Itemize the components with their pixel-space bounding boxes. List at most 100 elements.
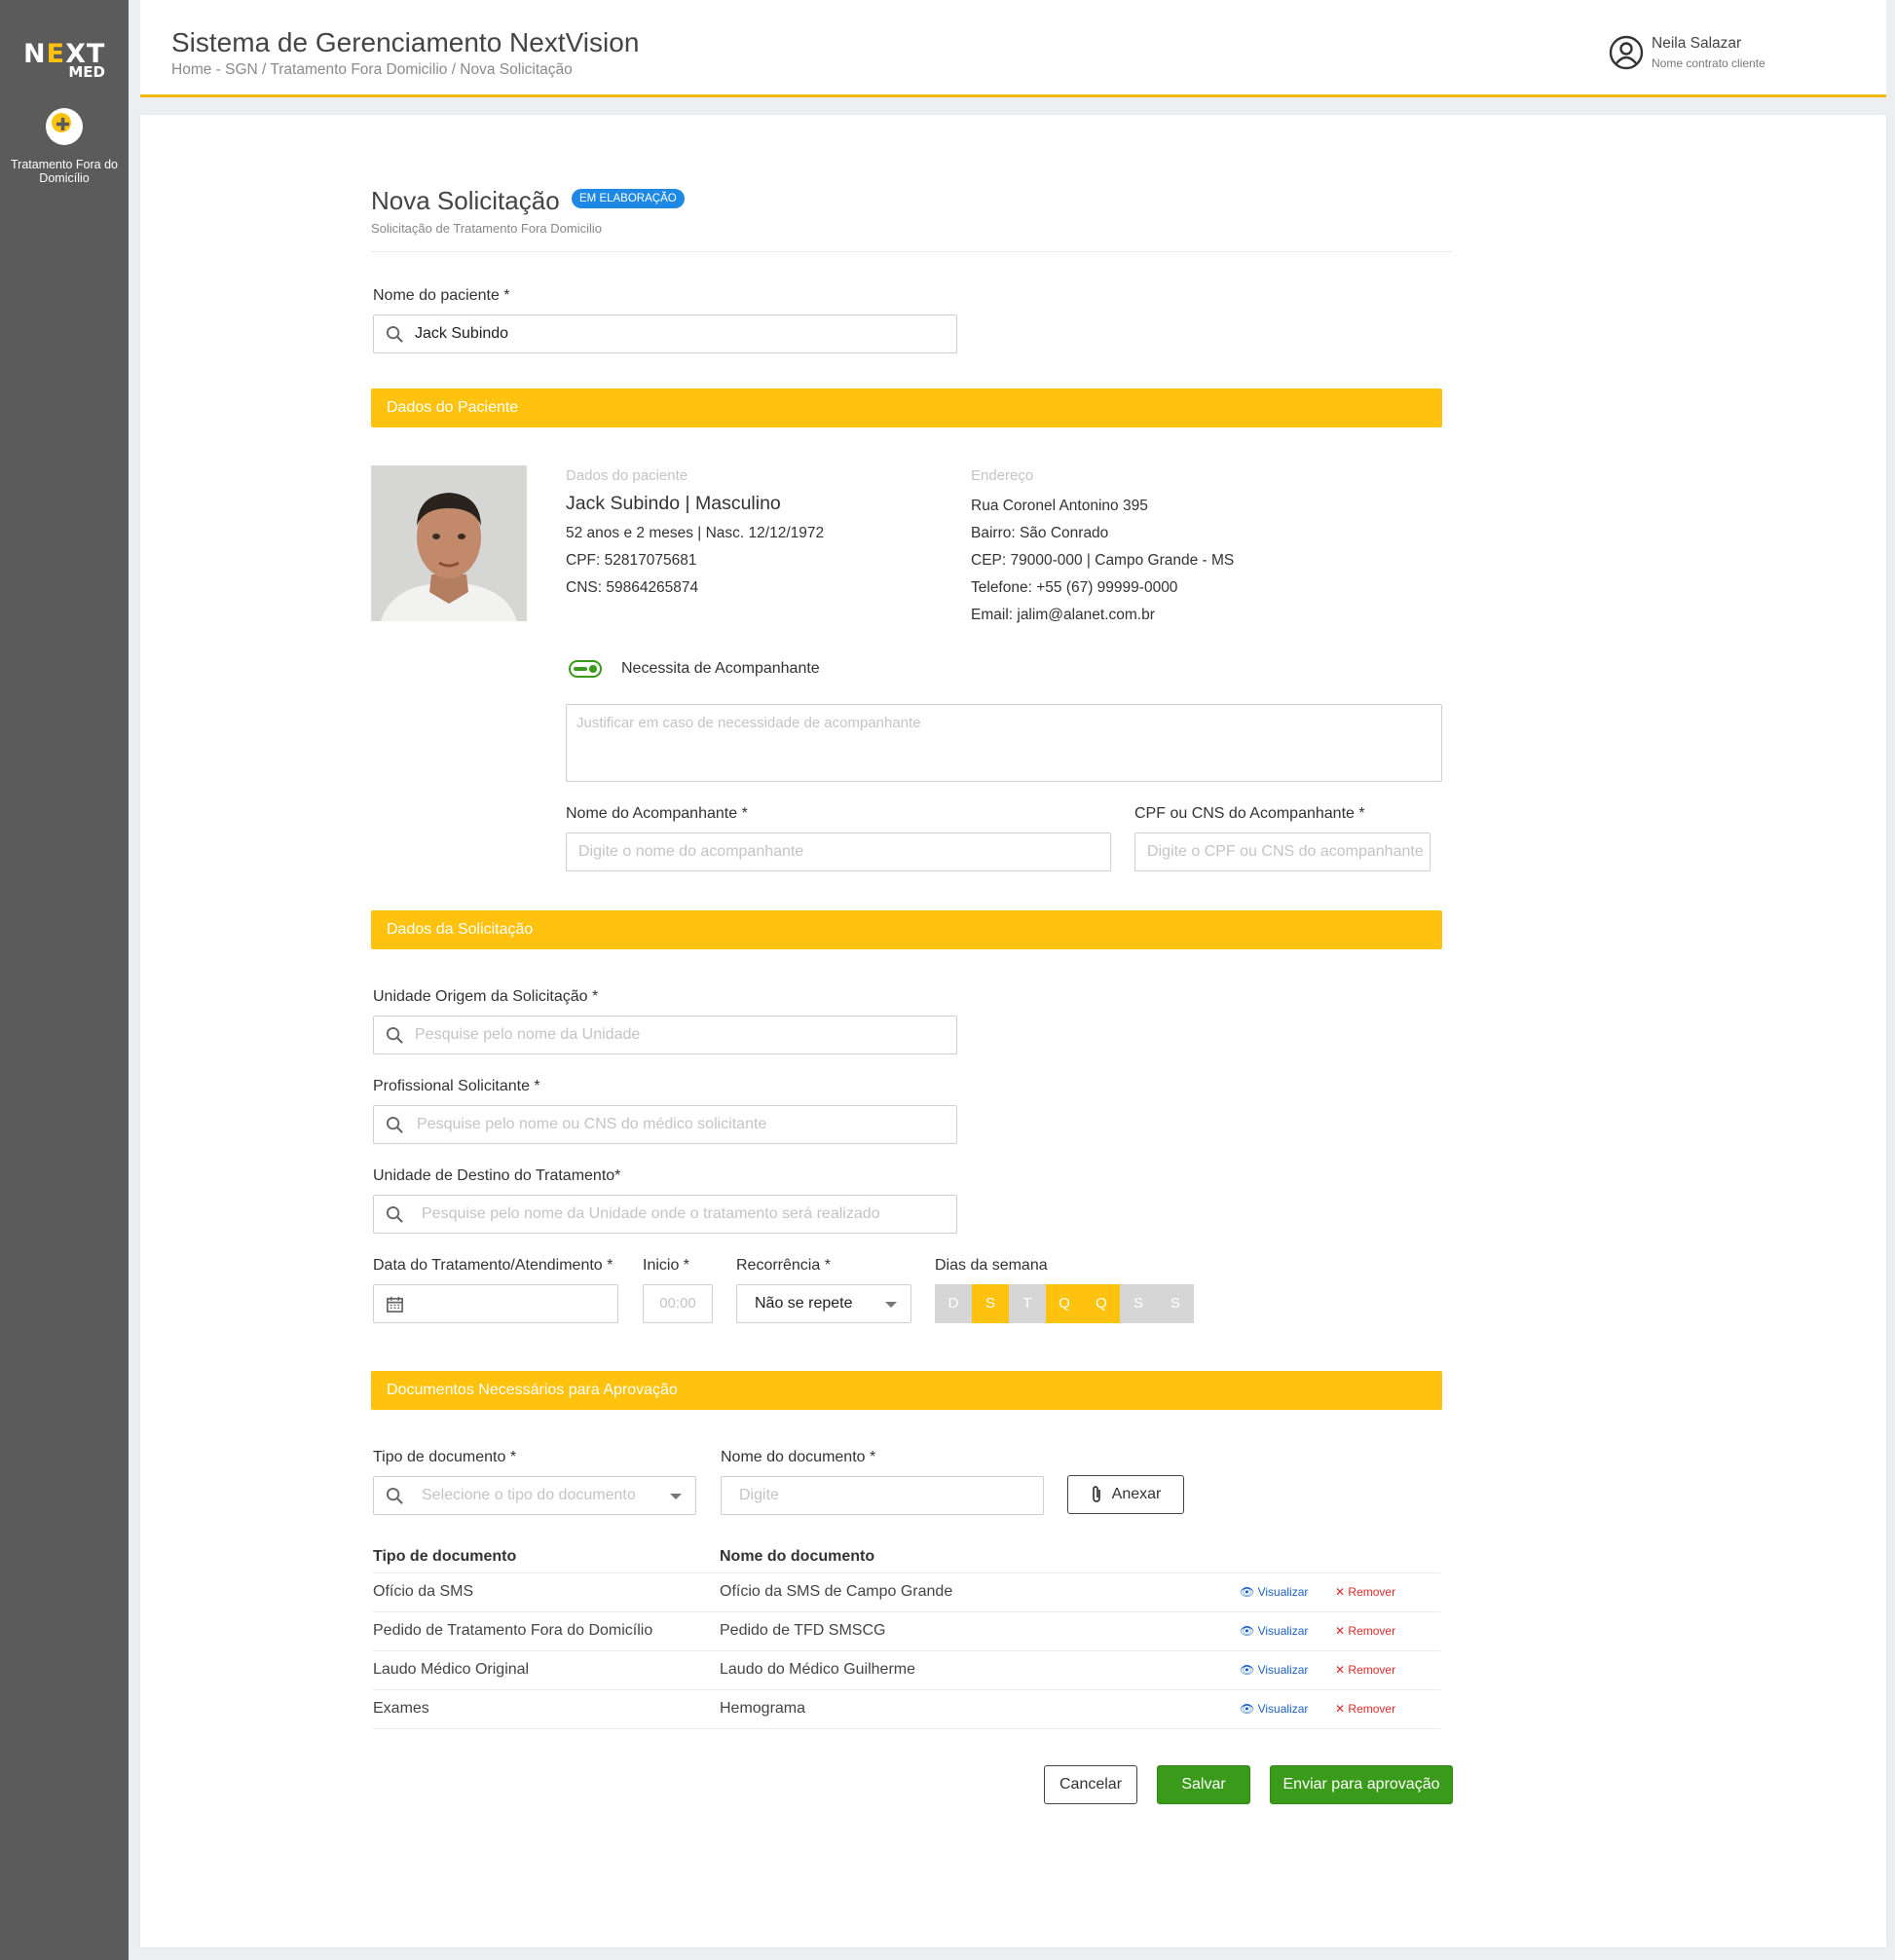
recurrence-label: Recorrência * — [736, 1257, 831, 1274]
origin-unit-input[interactable]: Pesquise pelo nome da Unidade — [373, 1016, 957, 1054]
remove-link[interactable]: ✕ Remover — [1335, 1624, 1395, 1638]
search-icon — [386, 325, 403, 343]
start-time-input[interactable]: 00:00 — [643, 1284, 713, 1323]
destination-unit-input[interactable]: Pesquise pelo nome da Unidade onde o tra… — [373, 1195, 957, 1234]
submit-approval-button[interactable]: Enviar para aprovação — [1270, 1765, 1453, 1804]
section-request-data: Dados da Solicitação — [371, 910, 1442, 949]
weekday-tuesday[interactable]: T — [1009, 1284, 1046, 1323]
destination-unit-placeholder: Pesquise pelo nome da Unidade onde o tra… — [422, 1205, 880, 1222]
chevron-down-icon — [885, 1302, 897, 1308]
table-header-name: Nome do documento — [720, 1548, 875, 1565]
sidebar: NEXT MED ✚ Tratamento Fora do Domicílio — [0, 0, 129, 1960]
origin-unit-label: Unidade Origem da Solicitação * — [373, 988, 599, 1005]
page-subtitle: Solicitação de Tratamento Fora Domicilio — [371, 221, 602, 236]
paperclip-icon — [1093, 1486, 1100, 1502]
eye-icon: 👁 — [1240, 1624, 1255, 1638]
nextmed-logo[interactable]: NEXT MED — [23, 39, 105, 81]
save-button[interactable]: Salvar — [1157, 1765, 1250, 1804]
address-district: Bairro: São Conrado — [971, 525, 1109, 541]
divider — [371, 251, 1452, 252]
cancel-button[interactable]: Cancelar — [1044, 1765, 1137, 1804]
search-icon — [386, 1026, 403, 1044]
recurrence-select[interactable]: Não se repete — [736, 1284, 911, 1323]
calendar-icon — [387, 1296, 403, 1313]
search-icon — [386, 1487, 403, 1504]
weekday-wednesday[interactable]: Q — [1046, 1284, 1083, 1323]
doc-row-name: Ofício da SMS de Campo Grande — [720, 1583, 953, 1600]
address-phone: Telefone: +55 (67) 99999-0000 — [971, 579, 1178, 596]
table-row: Exames Hemograma 👁 Visualizar ✕ Remover — [373, 1690, 1440, 1729]
professional-placeholder: Pesquise pelo nome ou CNS do médico soli… — [417, 1116, 767, 1132]
doc-row-type: Exames — [373, 1700, 429, 1717]
section-patient-data: Dados do Paciente — [371, 388, 1442, 427]
weekday-selector: D S T Q Q S S — [935, 1284, 1194, 1323]
doc-row-name: Laudo do Médico Guilherme — [720, 1661, 916, 1678]
patient-search-input[interactable]: Jack Subindo — [373, 314, 957, 353]
close-icon: ✕ — [1335, 1663, 1346, 1677]
close-icon: ✕ — [1335, 1702, 1346, 1716]
destination-unit-label: Unidade de Destino do Tratamento* — [373, 1167, 621, 1184]
eye-icon: 👁 — [1240, 1663, 1255, 1677]
weekday-saturday[interactable]: S — [1157, 1284, 1194, 1323]
remove-link[interactable]: ✕ Remover — [1335, 1702, 1395, 1716]
doc-row-name: Pedido de TFD SMSCG — [720, 1622, 886, 1639]
companion-name-label: Nome do Acompanhante * — [566, 805, 748, 822]
remove-link[interactable]: ✕ Remover — [1335, 1585, 1395, 1599]
patient-age: 52 anos e 2 meses | Nasc. 12/12/1972 — [566, 525, 825, 541]
companion-name-input[interactable]: Digite o nome do acompanhante — [566, 832, 1111, 871]
doc-type-placeholder: Selecione o tipo do documento — [422, 1487, 636, 1503]
companion-toggle[interactable] — [569, 660, 602, 678]
table-header-type: Tipo de documento — [373, 1548, 517, 1565]
app-title: Sistema de Gerenciamento NextVision — [171, 27, 640, 57]
doc-type-label: Tipo de documento * — [373, 1449, 517, 1465]
patient-cns: CNS: 59864265874 — [566, 579, 699, 596]
weekday-friday[interactable]: S — [1120, 1284, 1157, 1323]
start-time-label: Inicio * — [643, 1257, 690, 1274]
recurrence-value: Não se repete — [755, 1295, 853, 1312]
weekday-thursday[interactable]: Q — [1083, 1284, 1120, 1323]
companion-toggle-label: Necessita de Acompanhante — [621, 660, 820, 677]
view-link[interactable]: 👁 Visualizar — [1240, 1624, 1308, 1638]
patient-name-sex: Jack Subindo | Masculino — [566, 493, 781, 514]
user-circle-icon[interactable] — [1609, 35, 1644, 70]
patient-cpf: CPF: 52817075681 — [566, 552, 697, 569]
professional-label: Profissional Solicitante * — [373, 1078, 540, 1094]
eye-icon: 👁 — [1240, 1585, 1255, 1599]
breadcrumb[interactable]: Home - SGN / Tratamento Fora Domicilio /… — [171, 61, 573, 79]
doc-row-type: Ofício da SMS — [373, 1583, 474, 1600]
tfd-module-icon[interactable]: ✚ — [46, 108, 83, 145]
patient-name-label: Nome do paciente * — [373, 287, 510, 304]
address-heading: Endereço — [971, 467, 1034, 484]
attach-button[interactable]: Anexar — [1067, 1475, 1184, 1514]
page-title: Nova Solicitação — [371, 186, 560, 215]
patient-data-heading: Dados do paciente — [566, 467, 688, 484]
weekdays-label: Dias da semana — [935, 1257, 1048, 1274]
companion-doc-input[interactable]: Digite o CPF ou CNS do acompanhante — [1134, 832, 1431, 871]
date-input[interactable] — [373, 1284, 618, 1323]
main-card: Nova Solicitação EM ELABORAÇÃO Solicitaç… — [140, 115, 1886, 1947]
sidebar-item-tfd[interactable]: Tratamento Fora do Domicílio — [10, 158, 119, 185]
eye-icon: 👁 — [1240, 1702, 1255, 1716]
view-link[interactable]: 👁 Visualizar — [1240, 1663, 1308, 1677]
companion-justification-textarea[interactable]: Justificar em caso de necessidade de aco… — [566, 704, 1442, 782]
view-link[interactable]: 👁 Visualizar — [1240, 1702, 1308, 1716]
date-label: Data do Tratamento/Atendimento * — [373, 1257, 613, 1274]
search-icon — [386, 1116, 403, 1133]
weekday-sunday[interactable]: D — [935, 1284, 972, 1323]
doc-row-type: Pedido de Tratamento Fora do Domicílio — [373, 1622, 653, 1639]
weekday-monday[interactable]: S — [972, 1284, 1009, 1323]
user-name[interactable]: Neila Salazar — [1652, 35, 1741, 53]
doc-type-select[interactable]: Selecione o tipo do documento — [373, 1476, 696, 1515]
close-icon: ✕ — [1335, 1624, 1346, 1638]
view-link[interactable]: 👁 Visualizar — [1240, 1585, 1308, 1599]
doc-name-input[interactable]: Digite — [721, 1476, 1044, 1515]
remove-link[interactable]: ✕ Remover — [1335, 1663, 1395, 1677]
logo-bottom: MED — [68, 63, 105, 81]
doc-row-name: Hemograma — [720, 1700, 806, 1717]
table-row: Pedido de Tratamento Fora do Domicílio P… — [373, 1612, 1440, 1651]
section-documents: Documentos Necessários para Aprovação — [371, 1371, 1442, 1410]
professional-input[interactable]: Pesquise pelo nome ou CNS do médico soli… — [373, 1105, 957, 1144]
search-icon — [386, 1205, 403, 1223]
status-badge: EM ELABORAÇÃO — [572, 189, 685, 208]
table-row: Ofício da SMS Ofício da SMS de Campo Gra… — [373, 1573, 1440, 1612]
